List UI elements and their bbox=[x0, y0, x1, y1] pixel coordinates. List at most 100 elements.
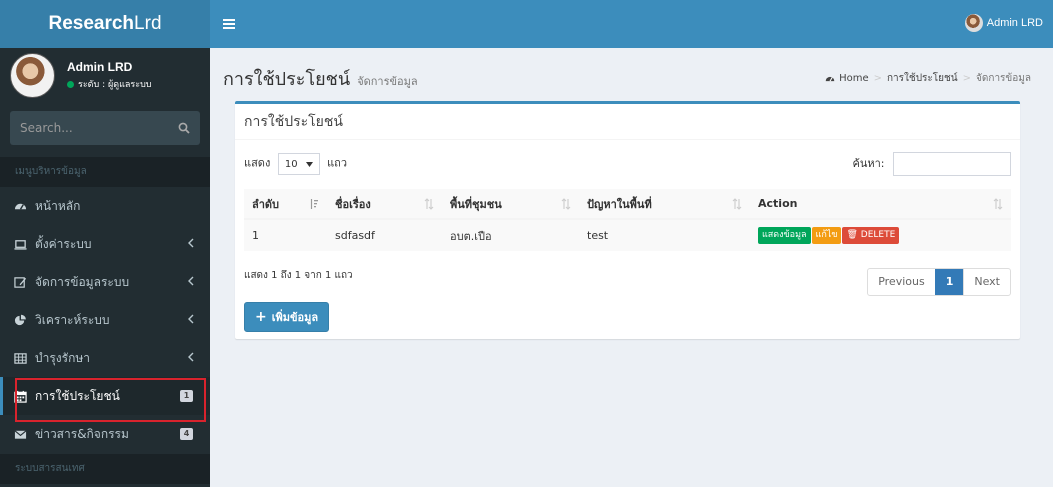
sidebar: Research Lrd Admin LRD ระดับ : ผู้ดูแลระบ… bbox=[0, 0, 210, 487]
rows-label: แถว bbox=[327, 156, 347, 170]
breadcrumb-item[interactable]: การใช้ประโยชน์ bbox=[887, 71, 958, 86]
sidebar-item-news[interactable]: ข่าวสาร&กิจกรรม 4 bbox=[0, 415, 210, 453]
logo-bold-text: Research bbox=[48, 13, 135, 34]
data-table: ลำดับ ชื่อเรื่อง พื้นที่ชุมชน ปัญหาในพื้… bbox=[244, 189, 1011, 251]
column-header-label: ลำดับ bbox=[252, 197, 280, 211]
sort-icon bbox=[424, 198, 434, 210]
sidebar-item-utilization[interactable]: การใช้ประโยชน์ 1 bbox=[0, 377, 210, 415]
cell-area: อบต.เปือ bbox=[442, 218, 579, 251]
cell-problem: test bbox=[579, 218, 750, 251]
box-title: การใช้ประโยชน์ bbox=[235, 104, 1020, 140]
sidebar-item-label: หน้าหลัก bbox=[35, 198, 81, 213]
chevron-left-icon bbox=[188, 238, 194, 248]
user-name: Admin LRD bbox=[67, 60, 133, 74]
column-header-label: Action bbox=[758, 197, 798, 210]
trash-icon: 🗑 bbox=[846, 230, 858, 240]
sidebar-item-maintenance[interactable]: บำรุงรักษา bbox=[0, 339, 210, 377]
logo-light-text: Lrd bbox=[134, 13, 162, 34]
sort-icon bbox=[561, 198, 571, 210]
avatar bbox=[964, 14, 983, 32]
menu-toggle-icon[interactable] bbox=[223, 18, 235, 30]
envelope-icon bbox=[13, 427, 27, 441]
sort-icon bbox=[732, 198, 742, 210]
column-header-label: ชื่อเรื่อง bbox=[335, 197, 371, 211]
topbar: Admin LRD bbox=[210, 0, 1053, 48]
sidebar-item-label: การใช้ประโยชน์ bbox=[35, 388, 120, 403]
chevron-left-icon bbox=[188, 314, 194, 324]
count-badge: 4 bbox=[180, 428, 193, 440]
sidebar-item-label: วิเคราะห์ระบบ bbox=[35, 312, 110, 327]
edit-button[interactable]: แก้ไข bbox=[811, 227, 842, 244]
top-user-name: Admin LRD bbox=[986, 17, 1043, 29]
column-header-label: ปัญหาในพื้นที่ bbox=[587, 197, 652, 211]
show-label: แสดง bbox=[244, 156, 271, 170]
menu-footer-header: ระบบสารสนเทศ bbox=[0, 454, 210, 484]
page-length-value: 10 bbox=[284, 158, 298, 170]
avatar bbox=[10, 53, 55, 98]
previous-button[interactable]: Previous bbox=[868, 269, 935, 295]
user-status: ระดับ : ผู้ดูแลระบบ bbox=[67, 77, 152, 91]
page-length-select[interactable]: 10 bbox=[277, 153, 320, 175]
breadcrumb: Home > การใช้ประโยชน์ > จัดการข้อมูล bbox=[825, 71, 1031, 86]
menu-header: เมนูบริหารข้อมูล bbox=[0, 157, 210, 187]
laptop-icon bbox=[13, 237, 27, 251]
add-button-label: เพิ่มข้อมูล bbox=[271, 311, 319, 324]
sidebar-search-input[interactable]: Search... bbox=[10, 111, 200, 145]
sidebar-item-analysis[interactable]: วิเคราะห์ระบบ bbox=[0, 301, 210, 339]
caret-down-icon bbox=[305, 161, 313, 167]
table-info: แสดง 1 ถึง 1 จาก 1 แถว bbox=[244, 270, 353, 281]
sidebar-item-label: บำรุงรักษา bbox=[35, 350, 91, 365]
pagination: Previous 1 Next bbox=[867, 268, 1011, 296]
dashboard-icon bbox=[13, 199, 27, 213]
app-logo[interactable]: Research Lrd bbox=[0, 0, 210, 48]
sidebar-item-label: จัดการข้อมูลระบบ bbox=[35, 274, 130, 289]
delete-label: DELETE bbox=[860, 230, 896, 240]
page-button-current[interactable]: 1 bbox=[934, 269, 964, 295]
sidebar-item-settings[interactable]: ตั้งค่าระบบ bbox=[0, 225, 210, 263]
calendar-icon bbox=[13, 389, 27, 403]
breadcrumb-current: จัดการข้อมูล bbox=[976, 73, 1031, 84]
chevron-left-icon bbox=[188, 352, 194, 362]
user-menu[interactable]: Admin LRD bbox=[964, 14, 1043, 32]
table-controls: แสดง 10 แถว ค้นหา: bbox=[244, 151, 1011, 177]
plus-icon: + bbox=[255, 309, 267, 325]
sort-asc-icon bbox=[310, 199, 318, 209]
breadcrumb-separator: > bbox=[873, 73, 882, 84]
column-header-problem[interactable]: ปัญหาในพื้นที่ bbox=[579, 189, 750, 220]
page-title: การใช้ประโยชน์ จัดการข้อมูล bbox=[223, 64, 418, 93]
sidebar-item-home[interactable]: หน้าหลัก bbox=[0, 187, 210, 225]
breadcrumb-home[interactable]: Home bbox=[839, 73, 869, 84]
page-subtitle: จัดการข้อมูล bbox=[357, 75, 418, 88]
column-header-area[interactable]: พื้นที่ชุมชน bbox=[442, 189, 579, 220]
search-icon[interactable] bbox=[178, 122, 190, 134]
view-button[interactable]: แสดงข้อมูล bbox=[758, 227, 811, 244]
column-header-label: พื้นที่ชุมชน bbox=[450, 197, 502, 211]
breadcrumb-separator: > bbox=[962, 73, 972, 84]
table-footer: แสดง 1 ถึง 1 จาก 1 แถว Previous 1 Next bbox=[244, 268, 1011, 296]
sidebar-item-label: ข่าวสาร&กิจกรรม bbox=[35, 426, 129, 441]
pie-chart-icon bbox=[13, 313, 27, 327]
column-header-no[interactable]: ลำดับ bbox=[244, 189, 327, 220]
table-row: 1 sdfasdf อบต.เปือ test แสดงข้อมูล แก้ไข 🗑… bbox=[244, 218, 1011, 251]
delete-button[interactable]: 🗑 DELETE bbox=[842, 227, 900, 244]
content-box: การใช้ประโยชน์ แสดง 10 แถว ค้นหา: ลำดับ … bbox=[235, 101, 1020, 339]
online-dot-icon bbox=[67, 80, 74, 88]
cell-title: sdfasdf bbox=[327, 218, 442, 251]
table-search-input[interactable] bbox=[893, 152, 1011, 176]
cell-actions: แสดงข้อมูล แก้ไข 🗑 DELETE bbox=[750, 218, 1011, 251]
edit-icon bbox=[13, 275, 27, 289]
add-data-button[interactable]: + เพิ่มข้อมูล bbox=[244, 302, 330, 332]
count-badge: 1 bbox=[180, 390, 193, 402]
user-status-text: ระดับ : ผู้ดูแลระบบ bbox=[78, 80, 152, 90]
next-button[interactable]: Next bbox=[963, 269, 1010, 295]
table-icon bbox=[13, 351, 27, 365]
sidebar-item-data-management[interactable]: จัดการข้อมูลระบบ bbox=[0, 263, 210, 301]
dashboard-icon bbox=[825, 76, 835, 81]
column-header-action[interactable]: Action bbox=[750, 189, 1011, 220]
column-header-title[interactable]: ชื่อเรื่อง bbox=[327, 189, 442, 220]
search-placeholder: Search... bbox=[20, 121, 73, 135]
sort-icon bbox=[993, 198, 1003, 210]
page-title-text: การใช้ประโยชน์ bbox=[223, 69, 351, 90]
user-panel: Admin LRD ระดับ : ผู้ดูแลระบบ bbox=[0, 48, 210, 103]
cell-no: 1 bbox=[244, 218, 327, 251]
